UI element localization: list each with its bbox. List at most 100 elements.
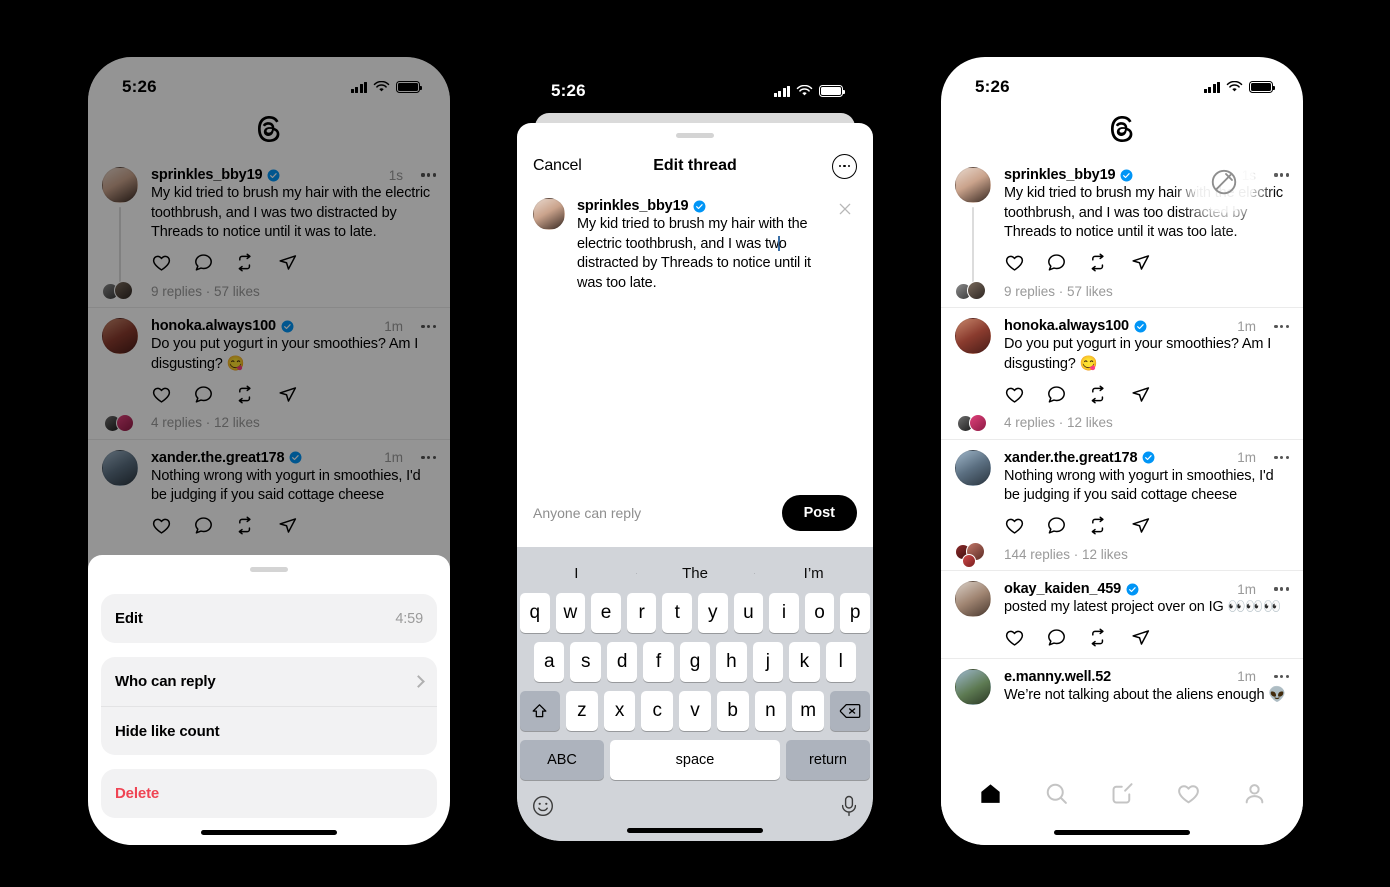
key-s[interactable]: s <box>570 642 601 682</box>
tab-compose[interactable] <box>1110 781 1135 811</box>
share-icon[interactable] <box>1130 384 1151 405</box>
like-icon[interactable] <box>1004 515 1025 536</box>
avatar[interactable] <box>955 581 991 618</box>
close-icon[interactable] <box>837 201 853 217</box>
post-username[interactable]: e.manny.well.52 <box>1004 669 1111 685</box>
avatar[interactable] <box>955 668 991 705</box>
repost-icon[interactable] <box>1088 384 1109 405</box>
key-q[interactable]: q <box>520 593 550 633</box>
key-j[interactable]: j <box>752 642 784 682</box>
share-icon[interactable] <box>1130 627 1151 648</box>
key-a[interactable]: a <box>534 642 565 682</box>
like-icon[interactable] <box>1004 252 1025 273</box>
reply-setting-label[interactable]: Anyone can reply <box>533 505 641 521</box>
key-z[interactable]: z <box>565 691 598 731</box>
sheet-item-who-can-reply[interactable]: Who can reply <box>101 657 437 706</box>
key-u[interactable]: u <box>733 593 764 633</box>
reply-icon[interactable] <box>1046 515 1067 536</box>
post-username[interactable]: sprinkles_bby19 <box>1004 167 1116 183</box>
key-t[interactable]: t <box>662 593 692 633</box>
tab-home[interactable] <box>978 781 1003 811</box>
key-o[interactable]: o <box>804 593 835 633</box>
post-more-icon[interactable] <box>1271 168 1289 182</box>
tab-profile[interactable] <box>1242 781 1267 811</box>
prediction-item[interactable]: The <box>635 565 755 582</box>
key-b[interactable]: b <box>716 691 749 731</box>
shift-icon[interactable] <box>519 691 560 731</box>
keyboard-row-4: ABC space return <box>517 740 873 780</box>
sheet-grabber[interactable] <box>250 567 288 572</box>
post-item[interactable]: e.manny.well.52 1m We’re not talking abo… <box>941 657 1303 710</box>
key-h[interactable]: h <box>716 642 747 682</box>
key-r[interactable]: r <box>626 593 657 633</box>
key-p[interactable]: p <box>840 593 870 633</box>
cancel-button[interactable]: Cancel <box>533 157 582 175</box>
key-space[interactable]: space <box>610 740 780 780</box>
key-l[interactable]: l <box>825 642 856 682</box>
key-k[interactable]: k <box>789 642 820 682</box>
post-username[interactable]: xander.the.great178 <box>1004 450 1138 466</box>
key-e[interactable]: e <box>591 593 621 633</box>
avatar[interactable] <box>955 318 991 355</box>
home-indicator <box>201 830 337 835</box>
post-meta-row[interactable]: 144 replies · 12 likes <box>955 542 1289 569</box>
avatar[interactable] <box>955 167 991 203</box>
sheet-item-hide-like-count[interactable]: Hide like count <box>101 706 437 755</box>
key-n[interactable]: n <box>754 691 787 731</box>
backspace-icon[interactable] <box>830 691 871 731</box>
post-meta-row[interactable]: 9 replies · 57 likes <box>955 279 1289 303</box>
key-return[interactable]: return <box>786 740 870 780</box>
emoji-icon[interactable] <box>531 794 555 818</box>
post-username[interactable]: okay_kaiden_459 <box>1004 581 1121 597</box>
post-meta-row[interactable]: 4 replies · 12 likes <box>955 411 1289 435</box>
heart-icon <box>1177 785 1199 804</box>
sheet-group-edit: Edit 4:59 <box>101 594 437 643</box>
key-c[interactable]: c <box>641 691 674 731</box>
repost-icon[interactable] <box>1088 252 1109 273</box>
sheet-item-edit[interactable]: Edit 4:59 <box>101 594 437 643</box>
key-y[interactable]: y <box>698 593 728 633</box>
tab-activity[interactable] <box>1176 781 1201 811</box>
composer-textarea[interactable]: My kid tried to brush my hair with the e… <box>577 215 827 294</box>
post-more-icon[interactable] <box>1271 582 1289 596</box>
repost-icon[interactable] <box>1088 627 1109 648</box>
like-icon[interactable] <box>1004 627 1025 648</box>
reply-icon[interactable] <box>1046 627 1067 648</box>
prediction-item[interactable]: I’m <box>754 565 873 582</box>
prediction-item[interactable]: I <box>517 565 636 582</box>
key-m[interactable]: m <box>792 691 825 731</box>
key-x[interactable]: x <box>603 691 636 731</box>
microphone-icon[interactable] <box>839 794 859 818</box>
key-d[interactable]: d <box>606 642 638 682</box>
post-item[interactable]: okay_kaiden_459 1m posted my latest proj… <box>941 570 1303 658</box>
avatar[interactable] <box>955 449 991 486</box>
post-more-icon[interactable] <box>1271 451 1289 465</box>
post-button[interactable]: Post <box>781 495 857 531</box>
edit-countdown: 4:59 <box>395 610 423 627</box>
reply-icon[interactable] <box>1046 252 1067 273</box>
like-icon[interactable] <box>1004 384 1025 405</box>
reply-icon[interactable] <box>1046 384 1067 405</box>
sheet-grabber[interactable] <box>676 133 714 138</box>
key-g[interactable]: g <box>679 642 711 682</box>
key-v[interactable]: v <box>679 691 711 731</box>
sheet-item-delete[interactable]: Delete <box>101 769 437 818</box>
post-more-icon[interactable] <box>1271 670 1289 684</box>
post-item[interactable]: xander.the.great178 1m Nothing wrong wit… <box>941 438 1303 570</box>
share-icon[interactable] <box>1130 252 1151 273</box>
post-username[interactable]: honoka.always100 <box>1004 318 1129 334</box>
repost-icon[interactable] <box>1088 515 1109 536</box>
reply-facepile <box>955 279 989 303</box>
avatar[interactable] <box>533 198 565 230</box>
share-icon[interactable] <box>1130 515 1151 536</box>
home-icon <box>980 784 1000 803</box>
key-f[interactable]: f <box>643 642 674 682</box>
key-abc[interactable]: ABC <box>520 740 604 780</box>
more-circle-icon[interactable] <box>832 153 857 179</box>
key-w[interactable]: w <box>555 593 586 633</box>
key-i[interactable]: i <box>769 593 799 633</box>
post-more-icon[interactable] <box>1271 319 1289 333</box>
status-time: 5:26 <box>551 81 586 100</box>
tab-search[interactable] <box>1044 781 1069 811</box>
post-item[interactable]: honoka.always100 1m Do you put yogurt in… <box>941 307 1303 438</box>
